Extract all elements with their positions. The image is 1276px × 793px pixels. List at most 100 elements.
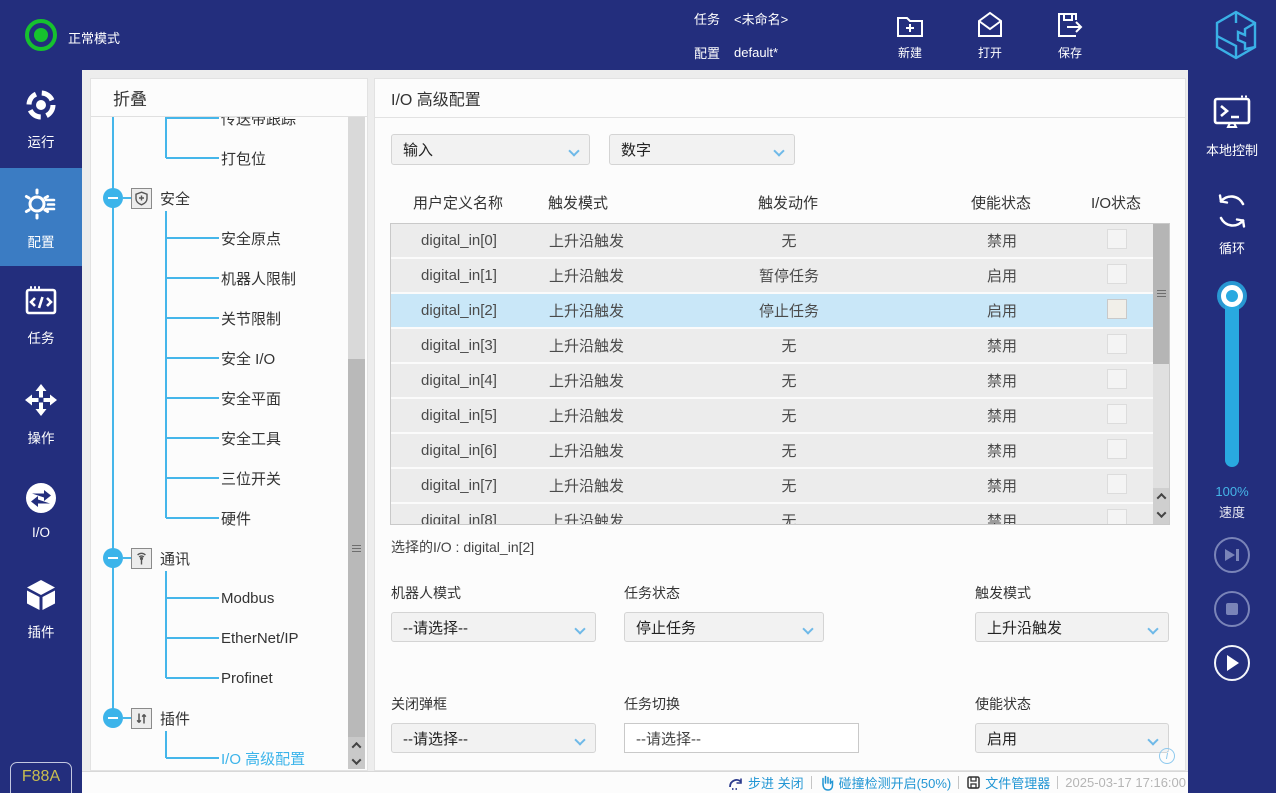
tree-item-safety[interactable]: 安全 (91, 178, 347, 218)
io-table-row[interactable]: digital_in[2]上升沿触发停止任务启用 (391, 294, 1169, 329)
loop-label: 循环 (1219, 238, 1245, 257)
open-button[interactable]: 打开 (960, 9, 1020, 61)
scroll-up-button[interactable] (1153, 488, 1169, 504)
tree-item-safety-origin[interactable]: 安全原点 (91, 218, 347, 258)
io-status-checkbox[interactable] (1107, 404, 1127, 424)
tree-connector (166, 517, 219, 519)
io-table-row[interactable]: digital_in[6]上升沿触发无禁用 (391, 434, 1169, 469)
enable-state-select[interactable]: 启用 (975, 723, 1169, 753)
stop-icon (1225, 602, 1239, 616)
tree-scrollbar[interactable] (348, 117, 365, 769)
play-button[interactable] (1214, 645, 1250, 681)
local-control-button[interactable]: 本地控制 (1188, 94, 1276, 159)
io-table-row[interactable]: digital_in[1]上升沿触发暂停任务启用 (391, 259, 1169, 294)
speed-slider[interactable] (1225, 292, 1239, 467)
io-status-checkbox[interactable] (1107, 474, 1127, 494)
tree-item-label: 机器人限制 (221, 268, 296, 289)
tree-item-hardware[interactable]: 硬件 (91, 498, 347, 538)
new-button[interactable]: 新建 (880, 9, 940, 61)
config-tree-panel: 折叠 传送带跟踪打包位安全安全原点机器人限制关节限制安全 I/O安全平面安全工具… (90, 78, 368, 771)
collapse-all-button[interactable]: 折叠 (91, 79, 367, 117)
io-table-row[interactable]: digital_in[7]上升沿触发无禁用 (391, 469, 1169, 504)
trigger-mode-select[interactable]: 上升沿触发 (975, 612, 1169, 642)
sidebar-item-io[interactable]: I/O (0, 462, 82, 560)
step-toggle[interactable]: 步进 关闭 (728, 773, 804, 792)
collapse-toggle[interactable] (103, 708, 123, 728)
file-manager-button[interactable]: 文件管理器 (966, 773, 1050, 792)
io-table-row[interactable]: digital_in[0]上升沿触发无禁用 (391, 224, 1169, 259)
tree-item-io-advanced-config[interactable]: I/O 高级配置 (91, 738, 347, 771)
new-label: 新建 (898, 44, 922, 61)
tree-item-robot-limits[interactable]: 机器人限制 (91, 258, 347, 298)
io-status-checkbox[interactable] (1107, 369, 1127, 389)
cell-io-status (1077, 369, 1157, 393)
sidebar-item-label: 运行 (28, 131, 55, 151)
tree-item-joint-limits[interactable]: 关节限制 (91, 298, 347, 338)
io-table-row[interactable]: digital_in[4]上升沿触发无禁用 (391, 364, 1169, 399)
sidebar-item-plugin[interactable]: 插件 (0, 560, 82, 658)
top-bar: 正常模式 任务 <未命名> 配置 default* 新建 (0, 0, 1276, 70)
io-status-checkbox[interactable] (1107, 299, 1127, 319)
col-user-name: 用户定义名称 (390, 192, 526, 213)
tree-item-safety-tool[interactable]: 安全工具 (91, 418, 347, 458)
scroll-up-button[interactable] (348, 737, 365, 753)
tree-item-plugin[interactable]: 插件 (91, 698, 347, 738)
io-table-row[interactable]: digital_in[5]上升沿触发无禁用 (391, 399, 1169, 434)
table-scrollbar[interactable] (1153, 224, 1169, 524)
tree-connector (166, 637, 219, 639)
sidebar-item-run[interactable]: 运行 (0, 70, 82, 168)
tree-item-profinet[interactable]: Profinet (91, 658, 347, 698)
tree-connector (166, 597, 219, 599)
cell-enable: 启用 (927, 300, 1077, 321)
tree-item-communication[interactable]: 通讯 (91, 538, 347, 578)
io-table-row[interactable]: digital_in[8]上升沿触发无禁用 (391, 504, 1169, 525)
tree-item-three-position-switch[interactable]: 三位开关 (91, 458, 347, 498)
io-direction-select[interactable]: 输入 (391, 134, 590, 165)
io-status-checkbox[interactable] (1107, 229, 1127, 249)
tree-connector (166, 357, 219, 359)
tree-item-packing-position[interactable]: 打包位 (91, 138, 347, 178)
tree-item-conveyor-tracking[interactable]: 传送带跟踪 (91, 117, 347, 138)
info-icon[interactable]: i (1159, 748, 1175, 764)
sidebar-item-label: 插件 (28, 621, 55, 641)
scroll-down-button[interactable] (1153, 504, 1169, 524)
tree-item-modbus[interactable]: Modbus (91, 578, 347, 618)
io-status-checkbox[interactable] (1107, 264, 1127, 284)
chevron-down-icon (802, 623, 813, 634)
cell-name: digital_in[7] (391, 477, 527, 494)
new-file-icon (894, 9, 926, 41)
loop-button[interactable]: 循环 (1188, 190, 1276, 257)
tree-scrollbar-thumb[interactable] (348, 359, 365, 738)
io-status-checkbox[interactable] (1107, 439, 1127, 459)
tree-item-safety-plane[interactable]: 安全平面 (91, 378, 347, 418)
collision-detection-toggle[interactable]: 碰撞检测开启(50%) (819, 773, 952, 792)
speed-percent: 100% (1188, 484, 1276, 499)
save-button[interactable]: 保存 (1040, 9, 1100, 61)
task-state-select[interactable]: 停止任务 (624, 612, 824, 642)
page-title: I/O 高级配置 (375, 79, 1185, 118)
io-status-checkbox[interactable] (1107, 334, 1127, 354)
speed-slider-handle[interactable] (1221, 285, 1243, 307)
scroll-down-button[interactable] (348, 753, 365, 769)
io-type-select[interactable]: 数字 (609, 134, 795, 165)
close-popup-value: --请选择-- (403, 728, 468, 749)
cell-name: digital_in[5] (391, 407, 527, 424)
cube-icon (23, 578, 59, 612)
close-popup-select[interactable]: --请选择-- (391, 723, 596, 753)
io-status-checkbox[interactable] (1107, 509, 1127, 526)
chevron-down-icon (1156, 508, 1166, 518)
task-switch-input[interactable]: --请选择-- (624, 723, 859, 753)
step-forward-button[interactable] (1214, 537, 1250, 573)
sidebar-item-config[interactable]: 配置 (0, 168, 82, 266)
tree-item-safety-io[interactable]: 安全 I/O (91, 338, 347, 378)
tree-item-ethernet-ip[interactable]: EtherNet/IP (91, 618, 347, 658)
collapse-toggle[interactable] (103, 188, 123, 208)
sidebar-item-operate[interactable]: 操作 (0, 364, 82, 462)
sidebar-item-task[interactable]: 任务 (0, 266, 82, 364)
stop-button[interactable] (1214, 591, 1250, 627)
table-scrollbar-thumb[interactable] (1153, 224, 1169, 364)
robot-mode-select[interactable]: --请选择-- (391, 612, 596, 642)
io-table-row[interactable]: digital_in[3]上升沿触发无禁用 (391, 329, 1169, 364)
cell-action: 暂停任务 (651, 265, 927, 286)
collapse-toggle[interactable] (103, 548, 123, 568)
